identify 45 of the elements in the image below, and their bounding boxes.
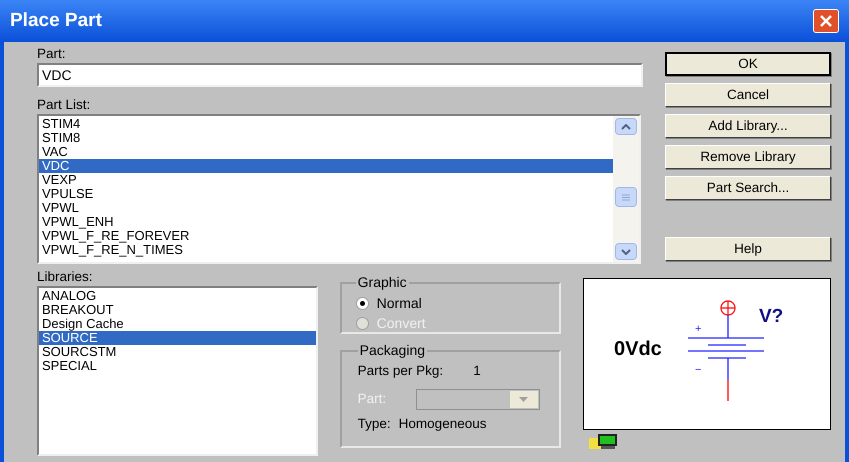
dialog-button[interactable]: Cancel: [665, 83, 831, 107]
scroll-down-icon[interactable]: [615, 243, 637, 260]
list-item[interactable]: VPWL: [39, 201, 613, 215]
scrollbar[interactable]: [613, 116, 639, 262]
list-item[interactable]: VEXP: [39, 173, 613, 187]
list-item[interactable]: ANALOG: [39, 289, 316, 303]
list-item[interactable]: SOURCSTM: [39, 345, 316, 359]
parts-per-pkg-value: 1: [473, 362, 481, 380]
window-title: Place Part: [10, 8, 102, 33]
list-item[interactable]: VDC: [39, 159, 613, 173]
dialog-button[interactable]: Remove Library: [665, 145, 831, 169]
close-icon: [820, 15, 832, 27]
group-title: Graphic: [356, 273, 408, 292]
scroll-up-icon[interactable]: [615, 118, 637, 135]
list-item[interactable]: BREAKOUT: [39, 303, 316, 317]
close-button[interactable]: [813, 9, 839, 33]
group-title: Packaging: [358, 341, 426, 360]
part-label: Part:: [37, 45, 67, 63]
dialog-button[interactable]: Help: [665, 237, 831, 262]
source-value: 0Vdc: [614, 337, 662, 362]
list-item[interactable]: STIM4: [39, 117, 613, 131]
scroll-thumb[interactable]: [615, 187, 637, 207]
list-item[interactable]: SOURCE: [39, 331, 316, 345]
part-list-label: Part List:: [37, 96, 92, 114]
list-item[interactable]: STIM8: [39, 131, 613, 145]
list-item[interactable]: SPECIAL: [39, 359, 316, 373]
dialog-button[interactable]: Part Search...: [665, 176, 831, 200]
minus-sign: −: [695, 363, 702, 378]
type-label: Type:: [358, 415, 391, 433]
plus-sign: +: [695, 322, 702, 337]
radio-option[interactable]: Normal: [356, 293, 545, 313]
part-field[interactable]: VDC: [37, 63, 643, 87]
computer-icon[interactable]: [589, 433, 619, 450]
list-item[interactable]: VPWL_ENH: [39, 215, 613, 229]
list-item[interactable]: VPWL_F_RE_FOREVER: [39, 229, 613, 243]
parts-per-pkg-label: Parts per Pkg:: [358, 362, 444, 380]
list-item[interactable]: VPWL_F_RE_N_TIMES: [39, 243, 613, 257]
list-item[interactable]: Design Cache: [39, 317, 316, 331]
libraries-label: Libraries:: [37, 268, 94, 286]
list-item[interactable]: VPULSE: [39, 187, 613, 201]
list-item[interactable]: VAC: [39, 145, 613, 159]
reference-label: V?: [759, 305, 784, 329]
dialog-button[interactable]: OK: [665, 52, 831, 76]
type-value: Homogeneous: [398, 415, 486, 433]
dialog-button[interactable]: Add Library...: [665, 114, 831, 138]
